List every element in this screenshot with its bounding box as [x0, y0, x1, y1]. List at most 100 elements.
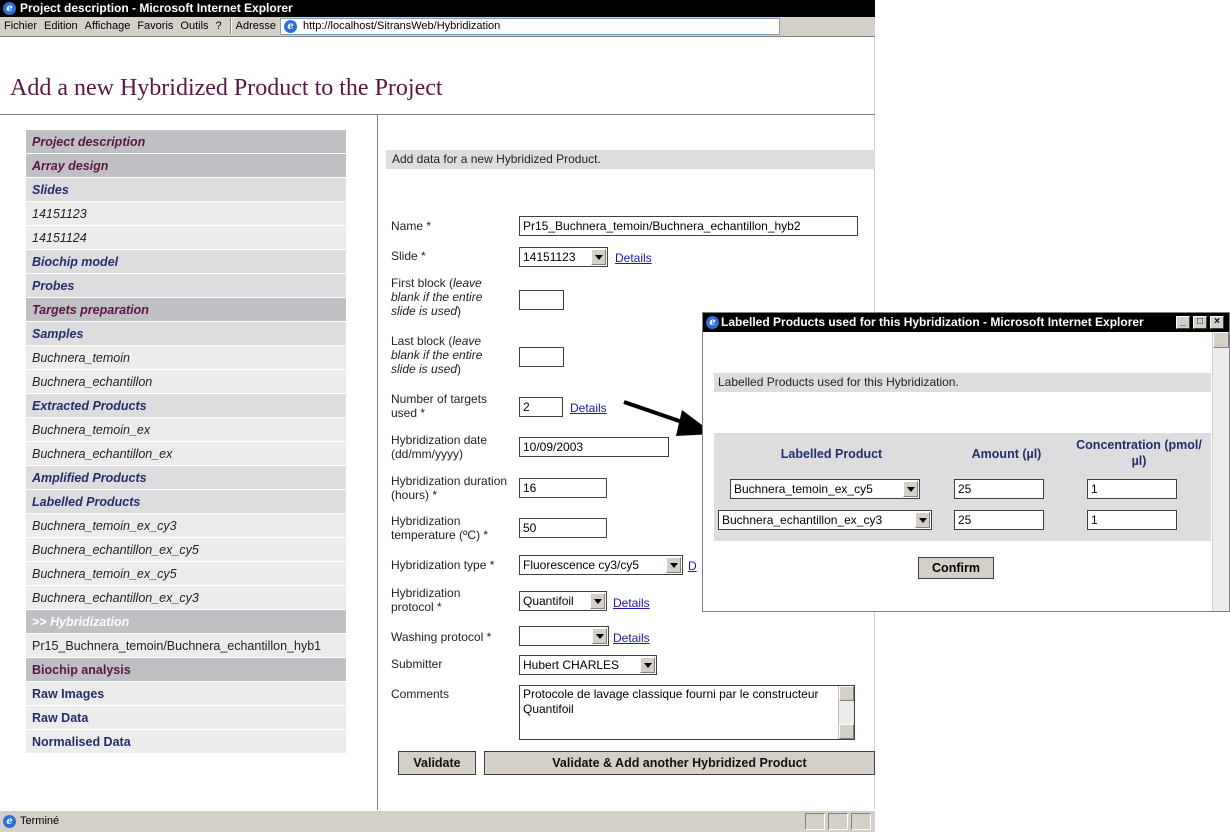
sidebar-item-extracted-product[interactable]: Buchnera_temoin_ex: [26, 418, 346, 442]
sidebar-item-slide[interactable]: 14151124: [26, 226, 346, 250]
sidebar-item-samples[interactable]: Samples: [26, 322, 346, 346]
sidebar-item-normalised-data[interactable]: Normalised Data: [26, 730, 346, 754]
divider: [0, 114, 875, 115]
sidebar-item-raw-data[interactable]: Raw Data: [26, 706, 346, 730]
sidebar-item-targets-preparation[interactable]: Targets preparation: [26, 298, 346, 322]
comments-field[interactable]: Protocole de lavage classique fourni par…: [519, 685, 855, 740]
concentration-field[interactable]: 1: [1087, 510, 1177, 530]
comments-value: Protocole de lavage classique fourni par…: [523, 687, 819, 716]
amount-field[interactable]: 25: [954, 479, 1044, 499]
menu-help[interactable]: ?: [216, 17, 222, 36]
sidebar-item-hybridization-entry[interactable]: Pr15_Buchnera_temoin/Buchnera_echantillo…: [26, 634, 346, 658]
type-select-value: Fluorescence cy3/cy5: [523, 558, 640, 572]
status-pane: [828, 813, 848, 830]
scroll-down-icon[interactable]: [839, 724, 854, 739]
comments-scrollbar[interactable]: [838, 686, 854, 739]
status-pane: [851, 813, 871, 830]
sidebar-item-slide[interactable]: 14151123: [26, 202, 346, 226]
popup-titlebar: e Labelled Products used for this Hybrid…: [703, 313, 1229, 332]
duration-field[interactable]: 16: [519, 478, 607, 498]
product-select-value: Buchnera_temoin_ex_cy5: [734, 482, 873, 496]
washing-details-link[interactable]: Details: [613, 631, 650, 645]
sidebar-item-biochip-analysis[interactable]: Biochip analysis: [26, 658, 346, 682]
popup-window: e Labelled Products used for this Hybrid…: [702, 312, 1230, 612]
sidebar-item-sample[interactable]: Buchnera_echantillon: [26, 370, 346, 394]
sidebar-item-extracted-product[interactable]: Buchnera_echantillon_ex: [26, 442, 346, 466]
status-text: Terminé: [20, 815, 60, 827]
amount-field[interactable]: 25: [954, 510, 1044, 530]
sidebar-item-raw-images[interactable]: Raw Images: [26, 682, 346, 706]
sidebar-item-amplified-products[interactable]: Amplified Products: [26, 466, 346, 490]
menu-favoris[interactable]: Favoris: [137, 17, 173, 36]
duration-label: Hybridization duration (hours) *: [391, 474, 508, 502]
protocol-details-link[interactable]: Details: [613, 596, 650, 610]
ie-logo-icon: e: [706, 316, 719, 329]
maximize-icon[interactable]: □: [1193, 316, 1207, 329]
name-field[interactable]: Pr15_Buchnera_temoin/Buchnera_echantillo…: [519, 216, 858, 236]
first-block-label: First block (leave blank if the entire s…: [391, 276, 483, 318]
popup-scrollbar[interactable]: [1212, 332, 1229, 611]
scroll-up-icon[interactable]: [839, 686, 854, 701]
status-pane: [805, 813, 825, 830]
slide-select[interactable]: 14151123: [519, 247, 608, 267]
concentration-field[interactable]: 1: [1087, 479, 1177, 499]
slide-label: Slide *: [391, 249, 426, 263]
protocol-select[interactable]: Quantifoil: [519, 591, 607, 611]
sidebar-item-array-design[interactable]: Array design: [26, 154, 346, 178]
slide-details-link[interactable]: Details: [615, 251, 652, 265]
menu-outils[interactable]: Outils: [180, 17, 208, 36]
sidebar-item-extracted-products[interactable]: Extracted Products: [26, 394, 346, 418]
validate-button[interactable]: Validate: [398, 751, 476, 775]
type-details-link[interactable]: D: [688, 559, 697, 573]
type-label: Hybridization type *: [391, 558, 495, 572]
sidebar-item-slides[interactable]: Slides: [26, 178, 346, 202]
menu-affichage[interactable]: Affichage: [85, 17, 131, 36]
product-select[interactable]: Buchnera_echantillon_ex_cy3: [718, 510, 932, 530]
sidebar-item-biochip-model[interactable]: Biochip model: [26, 250, 346, 274]
validate-add-button[interactable]: Validate & Add another Hybridized Produc…: [484, 751, 875, 775]
sidebar-item-labelled-product[interactable]: Buchnera_temoin_ex_cy5: [26, 562, 346, 586]
slide-select-value: 14151123: [523, 250, 576, 264]
minimize-icon[interactable]: _: [1176, 316, 1190, 329]
submitter-label: Submitter: [391, 657, 443, 671]
sidebar-item-labelled-product[interactable]: Buchnera_temoin_ex_cy3: [26, 514, 346, 538]
first-block-field[interactable]: [519, 290, 564, 310]
targets-details-link[interactable]: Details: [570, 401, 607, 415]
washing-label: Washing protocol *: [391, 630, 492, 644]
close-icon[interactable]: ×: [1210, 316, 1224, 329]
num-targets-label: Number of targets used *: [391, 392, 488, 420]
window-title: Project description - Microsoft Internet…: [20, 1, 293, 15]
labelled-products-table: Labelled Product Amount (µl) Concentrati…: [714, 433, 1211, 541]
menu-edition[interactable]: Edition: [44, 17, 78, 36]
product-select[interactable]: Buchnera_temoin_ex_cy5: [730, 479, 920, 499]
address-field[interactable]: e http://localhost/SitransWeb/Hybridizati…: [280, 18, 780, 35]
col-amount: Amount (µl): [971, 447, 1042, 461]
sidebar-item-labelled-product[interactable]: Buchnera_echantillon_ex_cy5: [26, 538, 346, 562]
sidebar-item-sample[interactable]: Buchnera_temoin: [26, 346, 346, 370]
page-title: Add a new Hybridized Product to the Proj…: [10, 75, 443, 101]
sidebar-item-hybridization[interactable]: >> Hybridization: [26, 610, 346, 634]
menu-bar: Fichier Edition Affichage Favoris Outils? Adr…: [0, 17, 875, 37]
num-targets-field[interactable]: 2: [519, 397, 563, 417]
chevron-down-icon: [592, 628, 607, 644]
sidebar-item-project-description[interactable]: Project description: [26, 130, 346, 154]
confirm-button[interactable]: Confirm: [918, 557, 994, 579]
temperature-label: Hybridization temperature (ºC) *: [391, 514, 489, 542]
divider: [377, 114, 378, 810]
popup-title: Labelled Products used for this Hybridiz…: [721, 315, 1144, 329]
washing-select[interactable]: [519, 626, 609, 646]
sidebar-item-labelled-products[interactable]: Labelled Products: [26, 490, 346, 514]
sidebar-item-probes[interactable]: Probes: [26, 274, 346, 298]
window-titlebar: e Project description - Microsoft Intern…: [0, 0, 875, 17]
menu-fichier[interactable]: Fichier: [4, 17, 37, 36]
sidebar: Project description Array design Slides …: [26, 130, 346, 754]
sidebar-item-labelled-product[interactable]: Buchnera_echantillon_ex_cy3: [26, 586, 346, 610]
address-value: http://localhost/SitransWeb/Hybridizatio…: [303, 20, 501, 32]
type-select[interactable]: Fluorescence cy3/cy5: [519, 555, 683, 575]
submitter-select[interactable]: Hubert CHARLES: [519, 655, 657, 675]
scroll-up-icon[interactable]: [1213, 332, 1229, 348]
form-intro: Add data for a new Hybridized Product.: [386, 150, 875, 169]
last-block-field[interactable]: [519, 347, 564, 367]
name-label: Name *: [391, 219, 432, 233]
temperature-field[interactable]: 50: [519, 518, 607, 538]
